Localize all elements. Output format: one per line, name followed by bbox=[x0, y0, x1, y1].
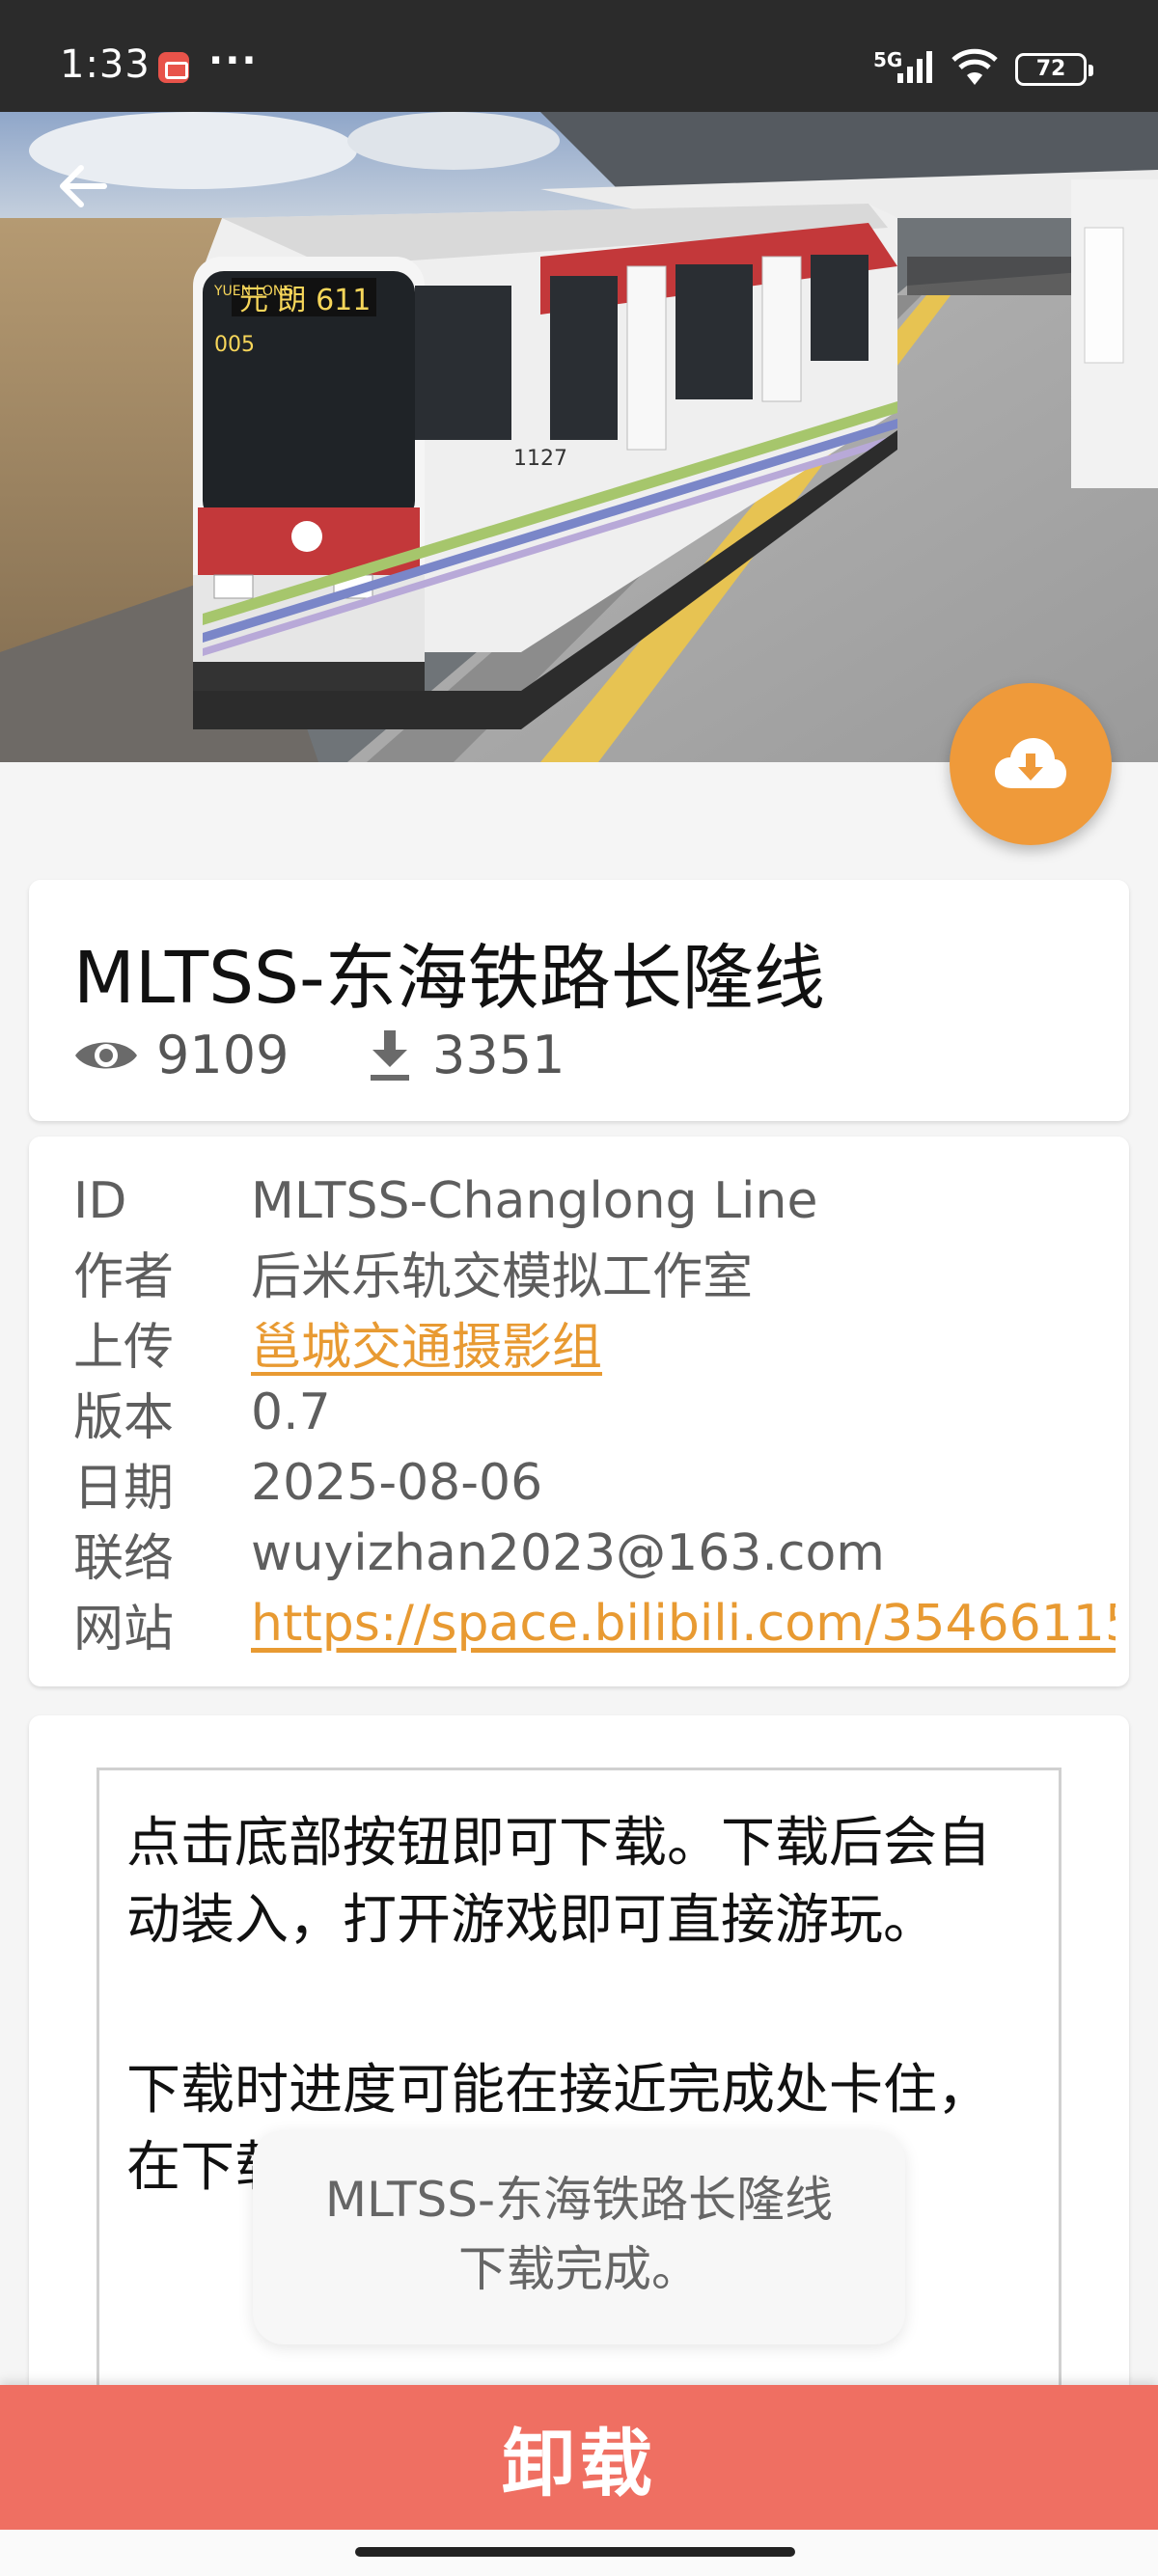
view-count: 9109 bbox=[73, 1025, 289, 1085]
arrow-left-icon bbox=[60, 165, 107, 207]
info-row-id: ID MLTSS-Changlong Line bbox=[73, 1167, 1116, 1235]
svg-text:YUEN LONG: YUEN LONG bbox=[213, 284, 293, 299]
view-count-value: 9109 bbox=[156, 1025, 290, 1085]
signal-icon bbox=[897, 51, 932, 83]
info-label: 上传 bbox=[73, 1318, 175, 1377]
info-row-uploader: 上传 邕城交通摄影组 bbox=[73, 1308, 1116, 1377]
info-label: 作者 bbox=[73, 1247, 175, 1306]
cloud-download-icon bbox=[995, 738, 1066, 788]
info-value: 0.7 bbox=[251, 1384, 331, 1441]
eye-icon bbox=[75, 1042, 137, 1068]
info-value: 后米乐轨交模拟工作室 bbox=[251, 1247, 754, 1306]
download-icon bbox=[371, 1029, 409, 1081]
toast-line: MLTSS-东海铁路长隆线 bbox=[324, 2172, 834, 2228]
download-count-value: 3351 bbox=[432, 1025, 565, 1085]
hero-image: 元 朗 611 YUEN LONG 005 1127 bbox=[0, 112, 1158, 762]
more-notifications-icon: ··· bbox=[208, 39, 259, 83]
page-title: MLTSS-东海铁路长隆线 bbox=[73, 937, 825, 1020]
info-label: ID bbox=[73, 1172, 127, 1230]
info-label: 版本 bbox=[73, 1388, 175, 1447]
info-row-version: 版本 0.7 bbox=[73, 1379, 1116, 1446]
toast-message: MLTSS-东海铁路长隆线 下载完成。 bbox=[253, 2130, 905, 2344]
back-button[interactable] bbox=[50, 154, 114, 218]
download-count: 3351 bbox=[365, 1025, 565, 1085]
status-time: 1:33 bbox=[60, 42, 151, 87]
notification-app-icon bbox=[158, 52, 189, 83]
train-illustration: 元 朗 611 YUEN LONG 005 1127 bbox=[0, 112, 1158, 762]
status-bar: 1:33 ··· 5G 72 bbox=[0, 0, 1158, 112]
home-gesture-handle[interactable] bbox=[355, 2547, 795, 2557]
title-card: MLTSS-东海铁路长隆线 9109 3351 bbox=[29, 880, 1129, 1121]
train-car-number: 1127 bbox=[513, 447, 567, 471]
website-link[interactable]: https://space.bilibili.com/3546611514 bbox=[251, 1595, 1116, 1653]
train-number: 005 bbox=[214, 333, 255, 357]
wifi-icon bbox=[951, 48, 998, 85]
info-value: wuyizhan2023@163.com bbox=[251, 1524, 885, 1582]
info-label: 网站 bbox=[73, 1600, 175, 1658]
info-row-date: 日期 2025-08-06 bbox=[73, 1449, 1116, 1517]
battery-icon: 72 bbox=[1015, 53, 1093, 86]
info-label: 日期 bbox=[73, 1459, 175, 1518]
info-card: ID MLTSS-Changlong Line 作者 后米乐轨交模拟工作室 上传… bbox=[29, 1137, 1129, 1686]
info-row-author: 作者 后米乐轨交模拟工作室 bbox=[73, 1238, 1116, 1306]
description-paragraph: 点击底部按钮即可下载。下载后会自动装入，打开游戏即可直接游玩。 bbox=[126, 1812, 991, 1952]
info-value: MLTSS-Changlong Line bbox=[251, 1172, 818, 1230]
info-row-contact: 联络 wuyizhan2023@163.com bbox=[73, 1520, 1116, 1587]
info-row-website: 网站 https://space.bilibili.com/3546611514 bbox=[73, 1590, 1116, 1658]
download-fab[interactable] bbox=[950, 683, 1112, 845]
toast-line: 下载完成。 bbox=[458, 2241, 700, 2297]
uninstall-button[interactable]: 卸载 bbox=[0, 2385, 1158, 2530]
uploader-link[interactable]: 邕城交通摄影组 bbox=[251, 1308, 602, 1377]
info-value: 2025-08-06 bbox=[251, 1454, 543, 1512]
info-label: 联络 bbox=[73, 1529, 175, 1588]
